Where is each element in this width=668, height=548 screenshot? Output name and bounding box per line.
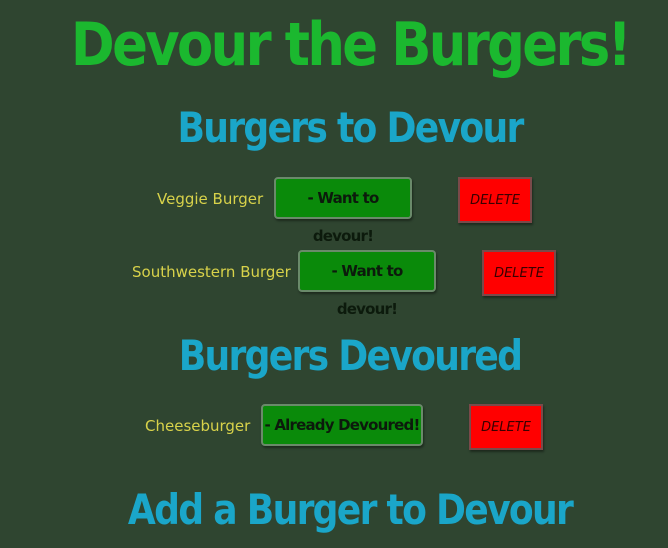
delete-button[interactable]: DELETE [458, 177, 532, 223]
devour-button[interactable]: - Want to devour! [298, 250, 436, 318]
devoured-button[interactable]: - Already Devoured! [261, 404, 423, 446]
devour-button[interactable]: - Want to devour! [274, 177, 412, 245]
burger-name: Veggie Burger [157, 190, 264, 208]
heading-burgers-to-devour: Burgers to Devour [177, 103, 524, 152]
burger-name: Cheeseburger [145, 417, 251, 435]
heading-burgers-devoured: Burgers Devoured [178, 331, 523, 380]
list-item: Southwestern Burger - Want to devour! DE… [0, 250, 668, 318]
delete-button[interactable]: DELETE [469, 404, 543, 450]
list-item: Veggie Burger - Want to devour! DELETE [0, 177, 668, 245]
list-item: Cheeseburger - Already Devoured! DELETE [0, 404, 668, 450]
heading-add-burger: Add a Burger to Devour [127, 485, 574, 534]
delete-button[interactable]: DELETE [482, 250, 556, 296]
page-title: Devour the Burgers! [70, 10, 632, 80]
burger-name: Southwestern Burger [132, 263, 291, 281]
